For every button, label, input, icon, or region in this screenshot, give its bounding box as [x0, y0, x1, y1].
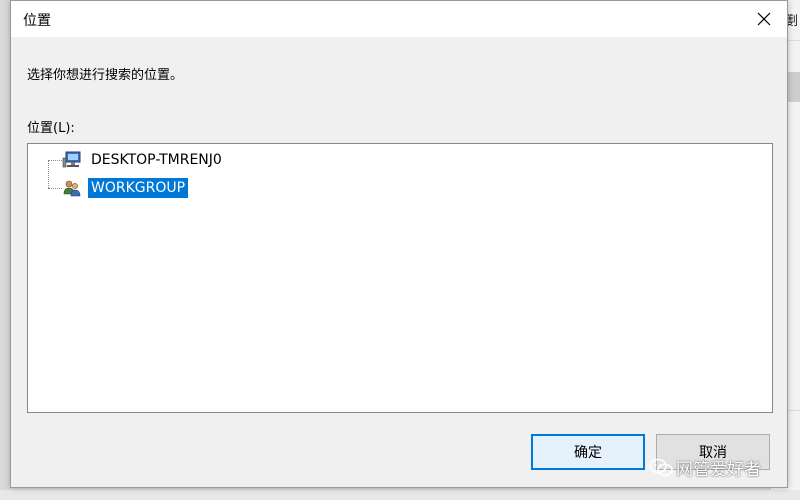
- dialog-title: 位置: [23, 13, 51, 29]
- background-taskbar-strip: [0, 490, 800, 500]
- location-tree[interactable]: DESKTOP-TMRENJ0 WORKGROUP: [27, 143, 773, 413]
- tree-connector: [48, 188, 62, 189]
- watermark: 网管爱好者: [648, 455, 761, 480]
- location-dialog: 位置 选择你想进行搜索的位置。 位置(L): DESKTOP-TMRENJ0 W…: [10, 0, 788, 488]
- tree-item-label: DESKTOP-TMRENJ0: [91, 152, 222, 168]
- tree-connector: [48, 160, 62, 161]
- tree-item-label: WORKGROUP: [88, 178, 189, 198]
- tree-item-workgroup[interactable]: WORKGROUP: [62, 178, 189, 198]
- location-list-label: 位置(L):: [27, 121, 75, 136]
- close-button[interactable]: [741, 1, 787, 37]
- instruction-text: 选择你想进行搜索的位置。: [27, 68, 184, 83]
- workgroup-icon: [62, 178, 82, 198]
- tree-item-desktop[interactable]: DESKTOP-TMRENJ0: [62, 150, 225, 170]
- computer-icon: [62, 150, 82, 170]
- close-icon: [757, 12, 771, 26]
- title-bar[interactable]: 位置: [11, 1, 787, 37]
- watermark-text: 网管爱好者: [676, 460, 761, 480]
- ok-button[interactable]: 确定: [531, 434, 645, 470]
- wechat-icon: [649, 458, 673, 476]
- tree-connector: [48, 160, 49, 188]
- background-scrollbar-thumb[interactable]: [788, 72, 800, 102]
